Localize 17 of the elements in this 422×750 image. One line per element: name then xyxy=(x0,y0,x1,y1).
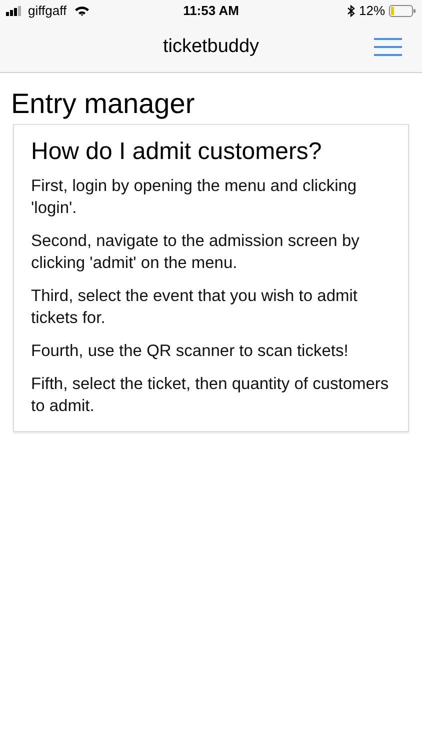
menu-icon xyxy=(374,38,402,56)
instruction-text: First, login by opening the menu and clicking 'login'. xyxy=(31,176,358,219)
signal-icon xyxy=(6,6,24,16)
instruction-text: Second, navigate to the admission screen by clicking 'admit' on the menu. xyxy=(31,231,360,274)
battery-percentage: 12% xyxy=(358,2,386,20)
instruction-text: Third, select the event that you wish to admit tickets for. xyxy=(31,286,358,329)
instruction-text: Fifth, select the ticket, then quantity of customers to admit. xyxy=(31,374,390,417)
instruction-text: Fourth, use the QR scanner to scan tickets! xyxy=(31,341,350,362)
carrier-name: giffgaff xyxy=(28,2,67,20)
status-time: 11:53 AM xyxy=(183,2,239,20)
wifi-icon xyxy=(74,6,89,16)
app-title: ticketbuddy xyxy=(162,34,260,59)
page-title: Entry manager xyxy=(10,87,196,121)
battery-icon xyxy=(389,5,416,17)
bluetooth-icon xyxy=(346,5,355,17)
card-title: How do I admit customers? xyxy=(31,137,323,167)
menu-button[interactable] xyxy=(374,35,402,59)
